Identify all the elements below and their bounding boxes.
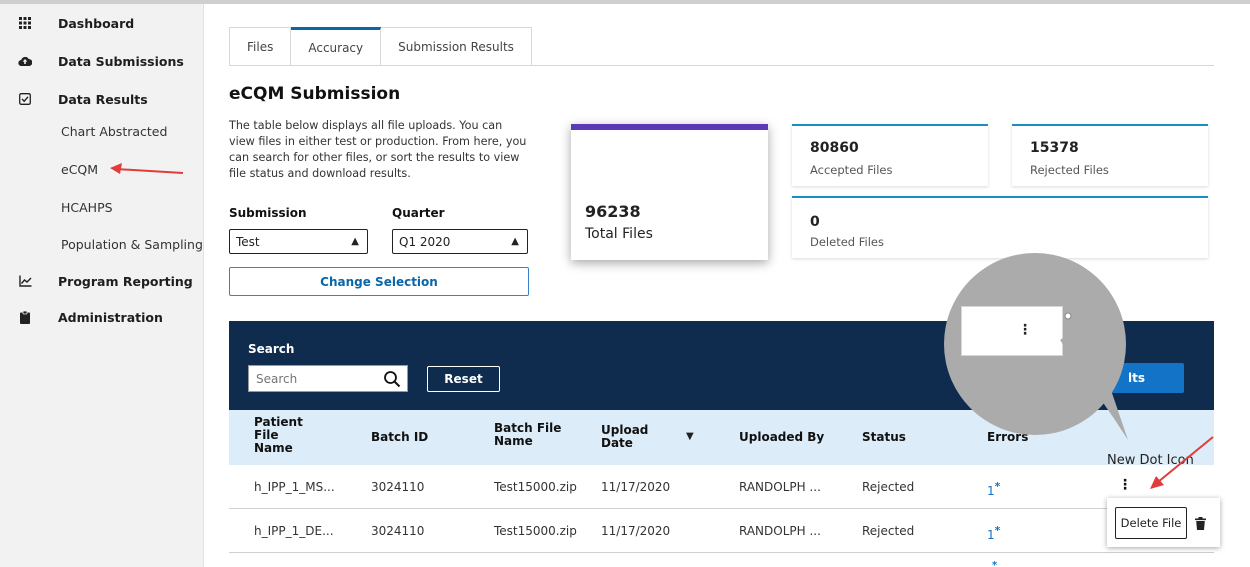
total-files-card: 96238 Total Files <box>571 124 768 260</box>
sidebar-item-data-results[interactable]: Data Results <box>0 84 204 114</box>
table-row[interactable]: h_IPP_1_DE... 3024110 Test15000.zip 11/1… <box>229 509 1214 553</box>
sidebar-item-administration[interactable]: Administration <box>0 302 204 332</box>
sidebar-subitem-hcahps[interactable]: HCAHPS <box>61 200 113 215</box>
magnified-cell <box>961 306 1063 356</box>
sidebar-item-label: Administration <box>58 309 163 325</box>
line-chart-icon <box>18 274 32 288</box>
asterisk-icon: * <box>994 524 1001 537</box>
total-files-label: Total Files <box>585 226 653 242</box>
cell-errors[interactable]: 1* <box>987 480 1000 498</box>
sidebar: Dashboard Data Submissions Data Results … <box>0 4 204 567</box>
rejected-files-label: Rejected Files <box>1030 163 1109 177</box>
cell-upload-date: 11/17/2020 <box>601 524 671 538</box>
tab-files[interactable]: Files <box>229 27 292 66</box>
sidebar-item-label: Data Results <box>58 91 148 107</box>
cell-errors[interactable]: 1* <box>987 524 1000 542</box>
select-caret-icon: ▲ <box>351 236 359 247</box>
cell-status: Rejected <box>862 524 915 538</box>
accepted-files-value: 80860 <box>810 140 859 156</box>
clipboard-icon <box>18 310 32 324</box>
change-selection-button[interactable]: Change Selection <box>229 267 529 296</box>
submission-select[interactable]: Test ▲ <box>229 229 368 254</box>
total-files-value: 96238 <box>585 202 641 221</box>
sidebar-subitem-chart-abstracted[interactable]: Chart Abstracted <box>61 124 167 139</box>
sidebar-item-dashboard[interactable]: Dashboard <box>0 8 204 38</box>
cloud-upload-icon <box>18 54 32 68</box>
cell-batch-id: 3024110 <box>371 480 425 494</box>
deleted-files-label: Deleted Files <box>810 235 884 249</box>
cell-status: Rejected <box>862 480 915 494</box>
sidebar-item-label: Data Submissions <box>58 53 184 69</box>
cell-patient-file-name: h_IPP_1_DE... <box>254 524 334 538</box>
sidebar-item-program-reporting[interactable]: Program Reporting <box>0 266 204 296</box>
cell-uploaded-by: RANDOLPH ... <box>739 480 821 494</box>
cell-upload-date: 11/17/2020 <box>601 480 671 494</box>
accepted-files-card: 80860 Accepted Files <box>792 124 988 186</box>
cell-uploaded-by: RANDOLPH ... <box>739 524 821 538</box>
asterisk-icon: * <box>992 560 998 567</box>
sidebar-item-data-submissions[interactable]: Data Submissions <box>0 46 204 76</box>
tab-submission-results[interactable]: Submission Results <box>381 27 532 66</box>
sidebar-item-label: Program Reporting <box>58 273 193 289</box>
submission-label: Submission <box>229 206 307 220</box>
accepted-files-label: Accepted Files <box>810 163 893 177</box>
search-input[interactable] <box>256 371 376 386</box>
asterisk-icon: * <box>994 480 1001 493</box>
col-header-uploaded-by[interactable]: Uploaded By <box>739 431 824 444</box>
deleted-files-value: 0 <box>810 214 820 230</box>
tab-bar: Files Accuracy Submission Results <box>229 27 532 66</box>
col-header-upload-date[interactable]: Upload Date <box>601 424 651 450</box>
col-header-patient-file-name[interactable]: Patient File Name <box>254 416 304 455</box>
search-field <box>248 365 408 392</box>
tab-divider <box>229 65 1214 66</box>
page-title: eCQM Submission <box>229 84 401 104</box>
deleted-files-card: 0 Deleted Files <box>792 196 1208 258</box>
search-icon[interactable] <box>383 370 401 391</box>
magnified-dot-icon: ⋮ <box>1018 322 1032 338</box>
sidebar-subitem-population-sampling[interactable]: Population & Sampling <box>61 237 203 252</box>
sidebar-item-label: Dashboard <box>58 15 135 31</box>
annotation-label: New Dot Icon <box>1107 453 1194 468</box>
cell-batch-id: 3024110 <box>371 524 425 538</box>
search-label: Search <box>248 342 295 356</box>
reset-button[interactable]: Reset <box>427 366 500 392</box>
rejected-files-value: 15378 <box>1030 140 1079 156</box>
cell-batch-file-name: Test15000.zip <box>494 480 577 494</box>
select-caret-icon: ▲ <box>511 236 519 247</box>
trash-icon[interactable] <box>1195 515 1206 534</box>
col-header-batch-file-name[interactable]: Batch File Name <box>494 422 564 448</box>
sort-down-icon[interactable]: ▼ <box>686 431 694 442</box>
row-actions-popup: Delete File <box>1107 498 1220 547</box>
rejected-files-card: 15378 Rejected Files <box>1012 124 1208 186</box>
sidebar-subitem-ecqm[interactable]: eCQM <box>61 162 98 177</box>
quarter-label: Quarter <box>392 206 445 220</box>
cell-batch-file-name: Test15000.zip <box>494 524 577 538</box>
delete-file-button[interactable]: Delete File <box>1115 507 1187 539</box>
checkbox-icon <box>18 92 32 106</box>
tab-accuracy[interactable]: Accuracy <box>291 27 382 66</box>
page-description: The table below displays all file upload… <box>229 119 527 180</box>
quarter-select-value: Q1 2020 <box>399 234 451 249</box>
quarter-select[interactable]: Q1 2020 ▲ <box>392 229 528 254</box>
col-header-status[interactable]: Status <box>862 431 906 444</box>
cell-patient-file-name: h_IPP_1_MS... <box>254 480 335 494</box>
submission-select-value: Test <box>236 234 260 249</box>
table-row[interactable]: h_IPP_1_MS... 3024110 Test15000.zip 11/1… <box>229 465 1214 509</box>
row-actions-dot-icon[interactable]: ⋮ <box>1118 477 1132 493</box>
grid-icon <box>18 16 32 30</box>
col-header-batch-id[interactable]: Batch ID <box>371 431 428 444</box>
